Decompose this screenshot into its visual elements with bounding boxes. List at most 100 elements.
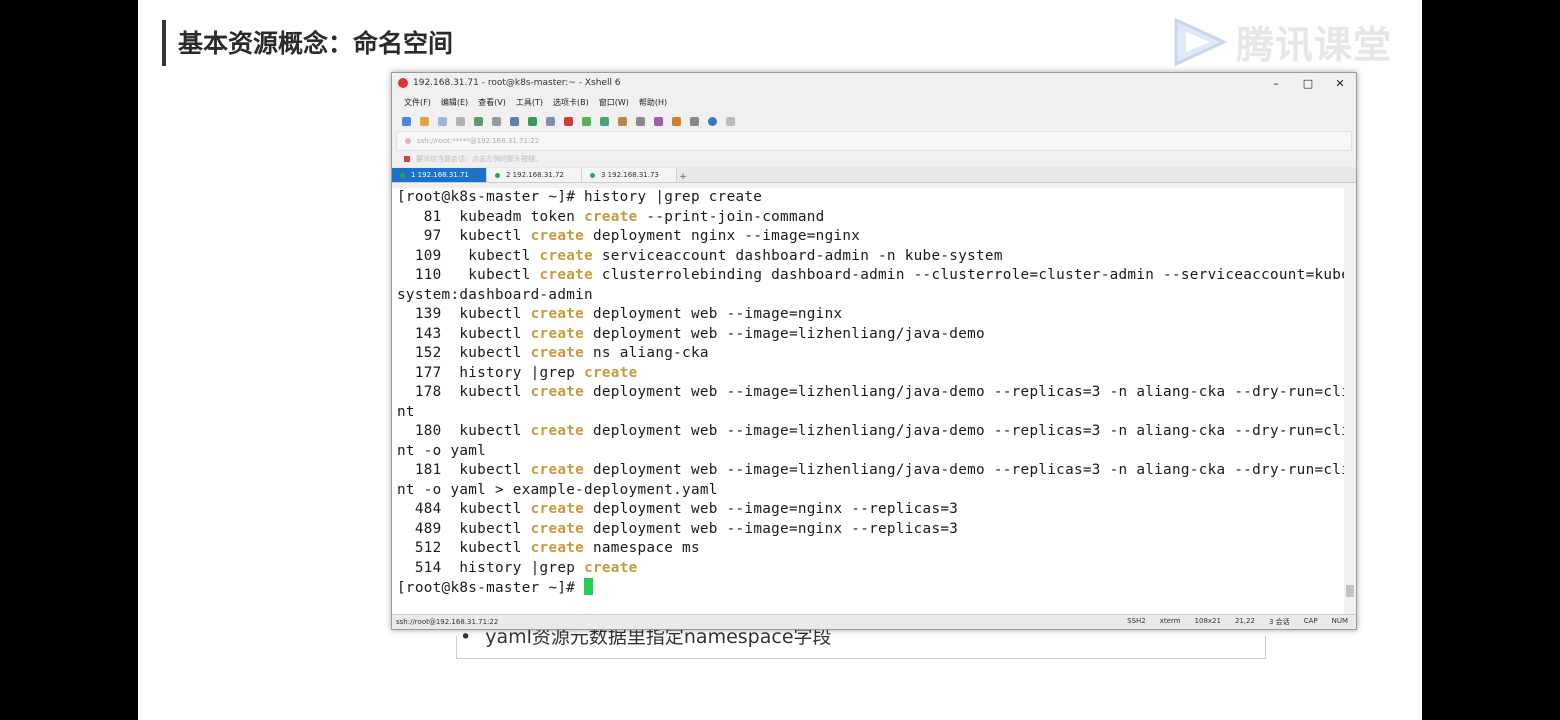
window-controls: – □ ✕ — [1260, 77, 1356, 90]
keyword-highlight: create — [539, 247, 593, 264]
keyword-highlight: create — [584, 364, 638, 381]
link-icon[interactable] — [438, 116, 447, 126]
status-caps: CAP — [1303, 617, 1318, 625]
keyword-highlight: create — [530, 501, 585, 517]
keyword-highlight: create — [530, 540, 585, 556]
terminal-line: 139 kubectl create deployment web --imag… — [397, 306, 843, 322]
transfer-icon[interactable] — [582, 116, 591, 126]
session-tabbar: 1 192.168.31.71 2 192.168.31.72 3 192.16… — [392, 167, 1356, 183]
terminal-line: 512 kubectl create namespace ms — [397, 540, 700, 556]
session-notice: 要添加当前会话，点击左侧的箭头按钮。 — [392, 151, 1356, 167]
reconnect-icon[interactable] — [474, 116, 483, 126]
menu-tools[interactable]: 工具(T) — [516, 97, 543, 108]
status-protocol: SSH2 — [1127, 617, 1146, 625]
statusbar: ssh://root@192.168.31.71:22 SSH2 xterm 1… — [392, 614, 1356, 629]
terminal-line: 81 kubeadm token create --print-join-com… — [397, 208, 825, 225]
status-cursor-pos: 21,22 — [1234, 617, 1255, 625]
tab-label: 2 192.168.31.72 — [506, 171, 564, 179]
new-session-icon[interactable] — [402, 116, 411, 126]
keyword-highlight: create — [530, 325, 585, 342]
window-titlebar[interactable]: 192.168.31.71 - root@k8s-master:~ - Xshe… — [392, 73, 1356, 93]
status-right: SSH2 xterm 108x21 21,22 3 会话 CAP NUM — [1113, 617, 1356, 627]
keyword-highlight: create — [530, 228, 585, 244]
tab-label: 3 192.168.31.73 — [601, 171, 659, 179]
tab-session-2[interactable]: 2 192.168.31.72 — [487, 168, 582, 182]
minimize-button[interactable]: – — [1260, 77, 1292, 90]
scrollbar-thumb[interactable] — [1346, 585, 1354, 597]
keyword-highlight: create — [530, 306, 585, 322]
tab-session-1[interactable]: 1 192.168.31.71 — [392, 168, 487, 182]
help-icon[interactable] — [708, 116, 717, 126]
address-bar[interactable]: ssh://root:*****@192.168.31.71:22 — [396, 131, 1352, 151]
maximize-button[interactable]: □ — [1292, 77, 1324, 90]
status-sessions: 3 会话 — [1269, 618, 1290, 626]
title-accent-bar — [162, 20, 166, 66]
menu-help[interactable]: 帮助(H) — [639, 97, 667, 108]
open-folder-icon[interactable] — [420, 116, 429, 126]
status-size: 108x21 — [1194, 617, 1221, 625]
menu-view[interactable]: 查看(V) — [478, 97, 506, 108]
terminal-line: 489 kubectl create deployment web --imag… — [397, 520, 959, 537]
terminal-line: 97 kubectl create deployment nginx --ima… — [397, 228, 861, 244]
terminal-scrollbar[interactable] — [1344, 188, 1356, 615]
globe-icon[interactable] — [528, 116, 537, 126]
keyword-highlight: create — [530, 520, 585, 537]
terminal-line: 143 kubectl create deployment web --imag… — [397, 325, 985, 342]
menu-file[interactable]: 文件(F) — [404, 97, 431, 108]
search-icon[interactable] — [492, 116, 501, 126]
terminal-line: 484 kubectl create deployment web --imag… — [397, 501, 959, 517]
terminal-line: 177 history |grep create — [397, 364, 638, 381]
layout-icon[interactable] — [672, 116, 681, 126]
tab-session-3[interactable]: 3 192.168.31.73 — [582, 168, 677, 182]
close-button[interactable]: ✕ — [1324, 77, 1356, 90]
slide-title: 基本资源概念：命名空间 — [178, 29, 454, 58]
print-icon[interactable] — [510, 116, 519, 126]
terminal-line: nt -o yaml — [397, 442, 487, 459]
font-icon[interactable] — [546, 116, 555, 126]
address-text: ssh://root:*****@192.168.31.71:22 — [417, 137, 540, 145]
bookmark-icon — [404, 156, 410, 162]
toolbar — [392, 111, 1356, 131]
keyword-highlight: create — [584, 559, 638, 576]
terminal-output[interactable]: [root@k8s-master ~]# history |grep creat… — [392, 188, 1344, 615]
keyword-highlight: create — [530, 462, 585, 478]
script-icon[interactable] — [654, 116, 663, 126]
keyword-highlight: create — [539, 267, 593, 283]
terminal-line: system:dashboard-admin — [397, 286, 593, 303]
status-connection: ssh://root@192.168.31.71:22 — [396, 618, 499, 626]
terminal-line: 514 history |grep create — [397, 559, 638, 576]
terminal-line: 181 kubectl create deployment web --imag… — [397, 462, 1344, 478]
status-termtype: xterm — [1159, 617, 1181, 625]
selection-frame — [456, 636, 1266, 659]
xshell-app-icon — [398, 78, 408, 88]
status-dot-icon — [495, 172, 500, 178]
menubar: 文件(F) 编辑(E) 查看(V) 工具(T) 选项卡(B) 窗口(W) 帮助(… — [392, 93, 1356, 111]
terminal-line: nt — [397, 403, 415, 420]
menu-tab[interactable]: 选项卡(B) — [553, 97, 589, 108]
notice-text: 要添加当前会话，点击左侧的箭头按钮。 — [416, 155, 542, 163]
keyword-highlight: create — [530, 384, 585, 400]
add-tab-button[interactable]: + — [677, 172, 689, 182]
keyword-highlight: create — [584, 208, 638, 225]
keyword-highlight: create — [530, 423, 585, 439]
keyboard-icon[interactable] — [636, 116, 645, 126]
chat-icon[interactable] — [726, 116, 735, 126]
tab-label: 1 192.168.31.71 — [411, 171, 469, 179]
menu-window[interactable]: 窗口(W) — [599, 97, 629, 108]
fullscreen-icon[interactable] — [600, 116, 609, 126]
terminal-line: 178 kubectl create deployment web --imag… — [397, 384, 1344, 400]
tencent-classroom-logo: 腾讯课堂 — [1170, 14, 1392, 69]
status-numlock: NUM — [1331, 617, 1348, 625]
xftp-icon[interactable] — [564, 116, 573, 126]
status-dot-icon — [590, 172, 595, 178]
terminal-line: 152 kubectl create ns aliang-cka — [397, 345, 709, 361]
xshell-window[interactable]: 192.168.31.71 - root@k8s-master:~ - Xshe… — [391, 72, 1357, 630]
disconnect-icon[interactable] — [456, 116, 465, 126]
terminal-prompt-line[interactable]: [root@k8s-master ~]# — [392, 578, 1344, 599]
tile-icon[interactable] — [690, 116, 699, 126]
window-title: 192.168.31.71 - root@k8s-master:~ - Xshe… — [413, 78, 621, 88]
logo-text: 腾讯课堂 — [1236, 23, 1393, 67]
lock-icon[interactable] — [618, 116, 627, 126]
menu-edit[interactable]: 编辑(E) — [441, 97, 468, 108]
terminal-line: nt -o yaml > example-deployment.yaml — [397, 481, 718, 498]
